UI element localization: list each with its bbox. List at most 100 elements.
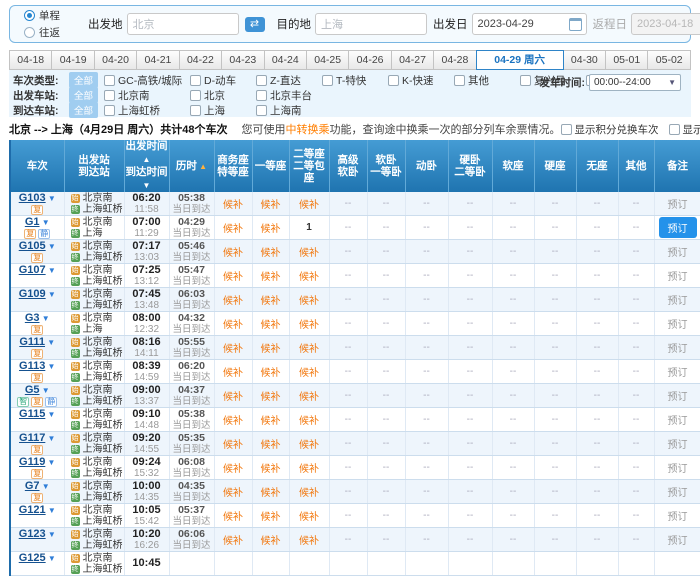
expand-caret-icon[interactable]: ▼ <box>45 410 55 419</box>
seat-availability-cell[interactable]: 候补 <box>289 336 329 360</box>
select-all-button[interactable]: 全部 <box>69 102 98 118</box>
date-tab-04-29[interactable]: 04-29 周六 <box>476 50 564 70</box>
seat-availability-cell[interactable]: 候补 <box>289 408 329 432</box>
expand-caret-icon[interactable]: ▼ <box>46 554 56 563</box>
swap-stations-icon[interactable]: ⇄ <box>245 17 265 32</box>
train-number-link[interactable]: G113 <box>19 360 45 372</box>
select-all-button[interactable]: 全部 <box>69 87 98 103</box>
seat-availability-cell[interactable]: 候补 <box>214 384 252 408</box>
seat-availability-cell[interactable]: 候补 <box>252 504 289 528</box>
display-toggle[interactable]: 显示全部可预订车次 <box>669 122 700 137</box>
train-number-link[interactable]: G125 <box>19 552 46 564</box>
train-number-link[interactable]: G115 <box>19 408 45 420</box>
radio-one-way[interactable]: 单程 <box>24 8 60 23</box>
calendar-icon[interactable] <box>569 18 582 31</box>
seat-availability-cell[interactable]: 候补 <box>289 504 329 528</box>
date-tab-04-18[interactable]: 04-18 <box>9 50 52 70</box>
expand-caret-icon[interactable]: ▼ <box>46 266 56 275</box>
filter-option[interactable]: GC-高铁/城际 <box>104 73 190 88</box>
seat-availability-cell[interactable]: 候补 <box>252 216 289 240</box>
seat-availability-cell[interactable]: 候补 <box>214 360 252 384</box>
expand-caret-icon[interactable]: ▼ <box>45 434 55 443</box>
expand-caret-icon[interactable]: ▼ <box>45 458 55 467</box>
seat-availability-cell[interactable]: 候补 <box>214 240 252 264</box>
seat-availability-cell[interactable]: 候补 <box>214 408 252 432</box>
seat-availability-cell[interactable]: 候补 <box>252 432 289 456</box>
filter-option[interactable]: 上海南 <box>256 103 322 118</box>
sort-desc-icon[interactable]: ▼ <box>143 181 151 190</box>
seat-availability-cell[interactable]: 候补 <box>289 360 329 384</box>
seat-availability-cell[interactable]: 候补 <box>252 240 289 264</box>
train-number-link[interactable]: G5 <box>25 384 40 396</box>
filter-option[interactable]: T-特快 <box>322 73 388 88</box>
filter-option[interactable]: 上海 <box>190 103 256 118</box>
expand-caret-icon[interactable]: ▼ <box>40 314 50 323</box>
sort-asc-icon[interactable]: ▲ <box>143 155 151 164</box>
seat-availability-cell[interactable]: 候补 <box>252 312 289 336</box>
transfer-link[interactable]: 中转换乘 <box>286 124 330 136</box>
date-tab-05-01[interactable]: 05-01 <box>605 50 648 70</box>
expand-caret-icon[interactable]: ▼ <box>46 530 56 539</box>
date-tab-04-27[interactable]: 04-27 <box>391 50 434 70</box>
seat-availability-cell[interactable]: 候补 <box>252 480 289 504</box>
seat-availability-cell[interactable]: 候补 <box>214 336 252 360</box>
date-tab-05-02[interactable]: 05-02 <box>647 50 690 70</box>
select-all-button[interactable]: 全部 <box>69 72 98 88</box>
train-number-link[interactable]: G121 <box>19 504 46 516</box>
train-number-link[interactable]: G103 <box>19 192 46 204</box>
date-tab-04-30[interactable]: 04-30 <box>563 50 606 70</box>
train-number-link[interactable]: G109 <box>19 288 46 300</box>
train-number-link[interactable]: G107 <box>19 264 46 276</box>
seat-availability-cell[interactable]: 候补 <box>289 456 329 480</box>
display-toggle[interactable]: 显示积分兑换车次 <box>561 122 659 137</box>
column-header[interactable]: 出发时间 ▲到达时间 ▼ <box>124 140 169 192</box>
seat-availability-cell[interactable]: 候补 <box>252 336 289 360</box>
date-tab-04-28[interactable]: 04-28 <box>433 50 476 70</box>
filter-option[interactable]: K-快速 <box>388 73 454 88</box>
date-tab-04-19[interactable]: 04-19 <box>51 50 94 70</box>
seat-availability-cell[interactable]: 候补 <box>214 504 252 528</box>
seat-availability-cell[interactable]: 候补 <box>252 192 289 216</box>
date-tab-04-22[interactable]: 04-22 <box>179 50 222 70</box>
from-input[interactable] <box>127 13 239 35</box>
filter-option[interactable]: Z-直达 <box>256 73 322 88</box>
seat-availability-cell[interactable]: 候补 <box>289 480 329 504</box>
seat-availability-cell[interactable]: 候补 <box>214 528 252 552</box>
filter-option[interactable]: 北京 <box>190 88 256 103</box>
seat-availability-cell[interactable]: 候补 <box>289 432 329 456</box>
radio-round-trip[interactable]: 往返 <box>24 25 60 40</box>
expand-caret-icon[interactable]: ▼ <box>46 194 56 203</box>
seat-availability-cell[interactable]: 候补 <box>289 528 329 552</box>
train-number-link[interactable]: G119 <box>19 456 45 468</box>
seat-availability-cell[interactable]: 候补 <box>214 288 252 312</box>
expand-caret-icon[interactable]: ▼ <box>40 386 50 395</box>
seat-availability-cell[interactable]: 候补 <box>214 456 252 480</box>
filter-option[interactable]: D-动车 <box>190 73 256 88</box>
train-number-link[interactable]: G123 <box>19 528 46 540</box>
seat-availability-cell[interactable]: 候补 <box>289 240 329 264</box>
seat-availability-cell[interactable]: 候补 <box>214 312 252 336</box>
seat-availability-cell[interactable]: 候补 <box>252 288 289 312</box>
expand-caret-icon[interactable]: ▼ <box>45 362 55 371</box>
sort-asc-icon[interactable]: ▲ <box>197 162 207 171</box>
seat-availability-cell[interactable]: 候补 <box>252 360 289 384</box>
seat-availability-cell[interactable]: 候补 <box>289 264 329 288</box>
seat-availability-cell[interactable]: 候补 <box>289 384 329 408</box>
seat-availability-cell[interactable]: 候补 <box>252 264 289 288</box>
seat-availability-cell[interactable]: 候补 <box>252 528 289 552</box>
to-input[interactable] <box>315 13 427 35</box>
expand-caret-icon[interactable]: ▼ <box>46 290 56 299</box>
expand-caret-icon[interactable]: ▼ <box>46 242 56 251</box>
seat-availability-cell[interactable]: 候补 <box>252 408 289 432</box>
filter-option[interactable]: 上海虹桥 <box>104 103 190 118</box>
depart-time-select[interactable]: 00:00--24:00 ▼ <box>589 74 681 91</box>
date-tab-04-24[interactable]: 04-24 <box>264 50 307 70</box>
date-tab-04-21[interactable]: 04-21 <box>136 50 179 70</box>
seat-availability-cell[interactable]: 候补 <box>214 192 252 216</box>
seat-availability-cell[interactable]: 候补 <box>289 288 329 312</box>
column-header[interactable]: 历时 ▲ <box>169 140 214 192</box>
expand-caret-icon[interactable]: ▼ <box>40 218 50 227</box>
filter-option[interactable]: 北京南 <box>104 88 190 103</box>
train-number-link[interactable]: G3 <box>25 312 40 324</box>
train-number-link[interactable]: G7 <box>25 480 40 492</box>
